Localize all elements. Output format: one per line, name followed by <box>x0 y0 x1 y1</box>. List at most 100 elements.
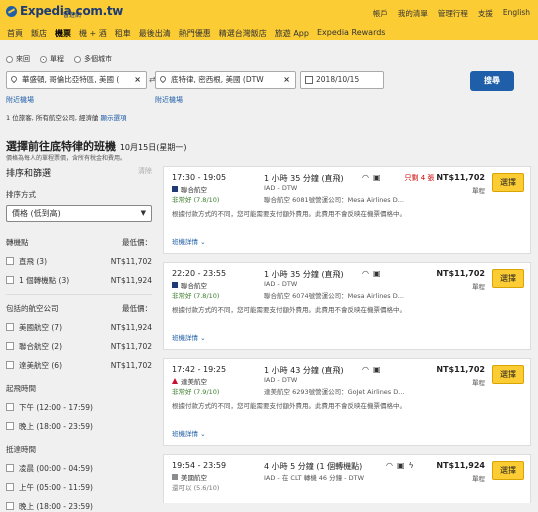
video-icon: ▣ <box>396 461 405 470</box>
flight-rating: 非常好 (7.8/10) <box>172 196 220 204</box>
sort-select[interactable]: 價格 (低到高) ▼ <box>6 205 152 222</box>
show-options-link[interactable]: 顯示選項 <box>101 114 127 122</box>
filter-option[interactable]: 1 個轉機點 (3) NT$11,924 <box>6 275 152 286</box>
sidebar-header: 排序和篩選 清除 <box>6 166 152 179</box>
united-logo-icon <box>172 282 178 288</box>
flight-card[interactable]: 17:30 - 19:05 1 小時 35 分鐘 (直飛) ◠ ▣ 只剩 4 張N… <box>163 166 531 254</box>
flight-rating: 還可以 (5.6/10) <box>172 484 220 492</box>
flight-card[interactable]: 17:42 - 19:25 1 小時 43 分鐘 (直飛) ◠ ▣ NT$11,7… <box>163 358 531 446</box>
filter-option[interactable]: 聯合航空 (2) NT$11,702 <box>6 341 152 352</box>
filter-option[interactable]: 上午 (05:00 - 11:59) <box>6 482 152 493</box>
operated-by: 聯合航空 6074號營運公司：Mesa Airlines D... <box>264 292 404 300</box>
filter-option[interactable]: 美國航空 (7) NT$11,924 <box>6 322 152 333</box>
amenity-icons: ◠ ▣ <box>362 365 381 374</box>
flight-price: NT$11,924 <box>436 461 485 470</box>
trip-type-label: 單程 <box>472 283 485 291</box>
destination-nearby-link[interactable]: 附近機場 <box>155 95 183 105</box>
sort-label: 排序方式 <box>6 190 36 199</box>
account-link[interactable]: 帳戶 <box>373 8 388 19</box>
checkbox[interactable] <box>6 276 14 284</box>
location-pin-icon <box>158 74 168 84</box>
flight-card[interactable]: 19:54 - 23:59 4 小時 5 分鐘 (1 個轉機點) ◠ ▣ ϟ NT$… <box>163 454 531 503</box>
departure-date-input[interactable]: 2018/10/15 <box>300 71 384 89</box>
clear-origin-icon[interactable]: × <box>134 72 141 88</box>
filter-option[interactable]: 達美航空 (6) NT$11,702 <box>6 360 152 371</box>
airline-name: 聯合航空 <box>172 184 207 194</box>
select-flight-button[interactable]: 選擇 <box>492 173 524 192</box>
flight-details-link[interactable]: 班機詳情 ⌄ <box>172 332 206 342</box>
flight-times: 17:42 - 19:25 <box>172 365 227 374</box>
checkbox[interactable] <box>6 403 14 411</box>
airline-name: 達美航空 <box>172 376 207 386</box>
filter-option[interactable]: 直飛 (3) NT$11,702 <box>6 256 152 267</box>
filter-option[interactable]: 凌晨 (00:00 - 04:59) <box>6 463 152 474</box>
flight-duration: 1 小時 35 分鐘 (直飛) <box>264 174 344 183</box>
origin-nearby-link[interactable]: 附近機場 <box>6 95 34 105</box>
flight-times: 17:30 - 19:05 <box>172 173 227 182</box>
select-flight-button[interactable]: 選擇 <box>492 365 524 384</box>
checkbox[interactable] <box>6 464 14 472</box>
oneway-radio[interactable]: 單程 <box>40 54 64 64</box>
passenger-summary: 1 位旅客, 所有航空公司, 經濟艙 顯示選項 <box>6 114 127 122</box>
flight-duration: 1 小時 43 分鐘 (直飛) <box>264 366 344 375</box>
video-icon: ▣ <box>372 173 381 182</box>
select-flight-button[interactable]: 選擇 <box>492 461 524 480</box>
checkbox[interactable] <box>6 323 14 331</box>
filter-stops: 轉機點 最低價： 直飛 (3) NT$11,702 1 個轉機點 (3) NT$11,… <box>6 237 152 295</box>
radio-icon <box>6 55 13 63</box>
united-logo-icon <box>172 186 178 192</box>
video-icon: ▣ <box>372 365 381 374</box>
checkbox[interactable] <box>6 422 14 430</box>
checkbox[interactable] <box>6 483 14 491</box>
trip-type-radios: 來回 單程 多個城市 <box>6 54 112 64</box>
destination-input[interactable]: 底特律, 密西根, 美國 (DTW × <box>155 71 296 89</box>
filter-departure-time: 起飛時間 下午 (12:00 - 17:59) 晚上 (18:00 - 23:5… <box>6 383 152 432</box>
support-link[interactable]: 支援 <box>478 8 493 19</box>
flight-route: IAD - DTW <box>264 184 298 192</box>
select-flight-button[interactable]: 選擇 <box>492 269 524 288</box>
flight-rating: 非常好 (7.9/10) <box>172 388 220 396</box>
fee-note: 根據付款方式的不同，您可能需要支付額外費用。此費用不會反映在機票價格中。 <box>172 402 406 410</box>
american-logo-icon <box>172 474 178 480</box>
location-pin-icon <box>9 74 19 84</box>
filter-option[interactable]: 下午 (12:00 - 17:59) <box>6 402 152 413</box>
flight-price: 只剩 4 張 NT$11,702 <box>404 173 486 182</box>
manage-trips-link[interactable]: 管理行程 <box>438 8 468 19</box>
filter-option[interactable]: 晚上 (18:00 - 23:59) <box>6 421 152 432</box>
roundtrip-radio[interactable]: 來回 <box>6 54 30 64</box>
clear-filters-link[interactable]: 清除 <box>138 166 152 179</box>
flight-times: 19:54 - 23:59 <box>172 461 227 470</box>
checkbox[interactable] <box>6 361 14 369</box>
filter-arrival-time: 抵達時間 凌晨 (00:00 - 04:59) 上午 (05:00 - 11:5… <box>6 444 152 512</box>
price-note: 價格為每人的單程票價，含所有稅金和費用。 <box>6 155 127 162</box>
multicity-radio[interactable]: 多個城市 <box>74 54 112 64</box>
flight-price: NT$11,702 <box>436 269 485 278</box>
flight-details-link[interactable]: 班機詳情 ⌄ <box>172 428 206 438</box>
my-lists-link[interactable]: 我的清單 <box>398 8 428 19</box>
calendar-icon <box>305 76 313 84</box>
operated-by: 達美航空 6293號營運公司：GoJet Airlines D... <box>264 388 405 396</box>
flight-search-form: 來回 單程 多個城市 華盛頓, 哥倫比亞特區, 美國 ( × ⇄ 底特律, 密西… <box>0 40 538 122</box>
amenity-icons: ◠ ▣ ϟ <box>386 461 414 470</box>
flight-times: 22:20 - 23:55 <box>172 269 227 278</box>
flight-card[interactable]: 22:20 - 23:55 1 小時 35 分鐘 (直飛) ◠ ▣ NT$11,7… <box>163 262 531 350</box>
origin-input[interactable]: 華盛頓, 哥倫比亞特區, 美國 ( × <box>6 71 147 89</box>
checkbox[interactable] <box>6 502 14 510</box>
chevron-down-icon: ▼ <box>140 209 146 217</box>
filter-airlines: 包括的航空公司 最低價： 美國航空 (7) NT$11,924 聯合航空 (2) NT… <box>6 304 152 371</box>
checkbox[interactable] <box>6 257 14 265</box>
checkbox[interactable] <box>6 342 14 350</box>
seats-left-badge: 只剩 4 張 <box>404 174 435 182</box>
operated-by: 聯合航空 6081號營運公司：Mesa Airlines D... <box>264 196 404 204</box>
wifi-icon: ◠ <box>386 461 393 470</box>
language-link[interactable]: English <box>503 8 530 19</box>
site-header: Expedia.com.tw 智遊網 帳戶 我的清單 管理行程 支援 Engli… <box>0 0 538 43</box>
wifi-icon: ◠ <box>362 173 369 182</box>
flight-details-link[interactable]: 班機詳情 ⌄ <box>172 236 206 246</box>
search-button[interactable]: 搜尋 <box>470 71 514 91</box>
chevron-down-icon: ⌄ <box>200 238 206 246</box>
clear-destination-icon[interactable]: × <box>283 72 290 88</box>
radio-selected-icon <box>40 55 47 63</box>
wifi-icon: ◠ <box>362 365 369 374</box>
flight-route: IAD - DTW <box>264 280 298 288</box>
